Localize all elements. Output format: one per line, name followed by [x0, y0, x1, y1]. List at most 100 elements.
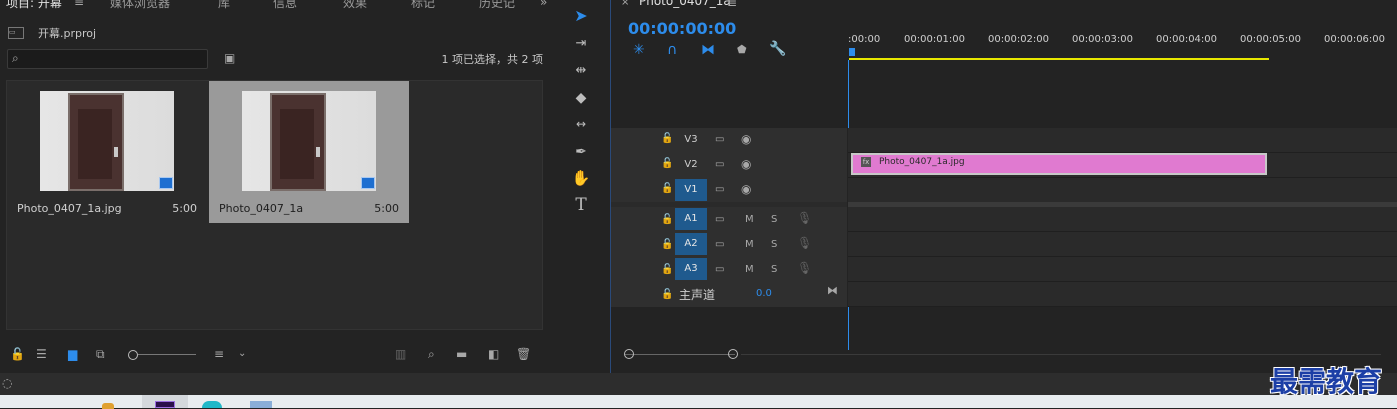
project-file-icon: ▭	[8, 27, 24, 39]
sync-lock-icon[interactable]: ▭	[715, 184, 724, 196]
master-track[interactable]	[848, 282, 1397, 307]
selection-tool-icon[interactable]: ➤	[570, 6, 592, 26]
list-view-icon[interactable]: ☰	[36, 348, 47, 360]
track-label-a1[interactable]: A1	[675, 208, 707, 230]
freeform-view-icon[interactable]: ⧉	[96, 348, 105, 360]
master-volume-value[interactable]: 0.0	[756, 288, 772, 299]
clip-thumbnail[interactable]	[40, 91, 174, 191]
scroll-track[interactable]	[741, 354, 1381, 355]
zoom-slider-track[interactable]	[138, 354, 196, 355]
automate-to-sequence-icon[interactable]: ▥	[395, 348, 406, 360]
search-input[interactable]: ⌕	[7, 49, 208, 69]
sync-lock-icon[interactable]: ▭	[715, 134, 724, 146]
audio-track-a2[interactable]	[848, 232, 1397, 257]
sync-lock-icon[interactable]: ▭	[715, 239, 724, 251]
panel-menu-icon[interactable]: ≡	[74, 0, 84, 8]
linked-selection-icon[interactable]: ⧓	[701, 43, 715, 57]
solo-button[interactable]: S	[771, 214, 777, 225]
mic-icon[interactable]: 🎙	[797, 262, 812, 274]
hand-tool-icon[interactable]: ✋	[570, 168, 592, 188]
nest-toggle-icon[interactable]: ✳	[633, 43, 645, 57]
wrench-icon[interactable]: 🔧	[769, 42, 786, 56]
tab-info[interactable]: 信息	[273, 0, 297, 11]
eye-icon[interactable]: ◉	[741, 133, 751, 145]
more-tabs-icon[interactable]: »	[540, 0, 547, 8]
explorer-taskbar-icon[interactable]	[102, 403, 114, 409]
snap-icon[interactable]: ∩	[667, 43, 677, 57]
slip-tool-icon[interactable]: ↔	[570, 114, 592, 134]
track-label-v3[interactable]: V3	[675, 129, 707, 151]
solo-button[interactable]: S	[771, 239, 777, 250]
fx-badge: fx	[861, 157, 871, 167]
app-taskbar-icon[interactable]	[250, 401, 272, 408]
scroll-handle-left[interactable]	[624, 349, 634, 359]
add-marker-icon[interactable]: ⬟	[737, 44, 747, 56]
lock-icon[interactable]: 🔓	[10, 348, 25, 360]
lock-icon[interactable]: 🔓	[661, 214, 673, 226]
lock-icon[interactable]: 🔓	[661, 183, 673, 195]
mic-icon[interactable]: 🎙	[797, 237, 812, 249]
icon-view-icon[interactable]: ▆	[68, 348, 77, 360]
sequence-tab[interactable]: Photo_0407_1a	[639, 0, 731, 8]
sync-lock-icon[interactable]: ▭	[715, 264, 724, 276]
mute-button[interactable]: M	[745, 264, 754, 275]
scroll-handle-right[interactable]	[728, 349, 738, 359]
tab-library[interactable]: 库	[218, 0, 230, 11]
panel-menu-icon[interactable]: ≡	[727, 0, 737, 9]
pen-tool-icon[interactable]: ✒	[570, 142, 592, 162]
timecode-display[interactable]: 00:00:00:00	[628, 19, 736, 38]
time-ruler[interactable]: :00:00 00:00:01:00 00:00:02:00 00:00:03:…	[848, 30, 1397, 60]
video-track-v3[interactable]	[848, 128, 1397, 153]
close-icon[interactable]: ×	[621, 0, 629, 9]
lock-icon[interactable]: 🔓	[661, 158, 673, 170]
razor-tool-icon[interactable]: ◆	[570, 88, 592, 108]
chevron-down-icon[interactable]: ⌄	[238, 348, 246, 360]
lock-icon[interactable]: 🔓	[661, 289, 673, 301]
timeline-clip[interactable]: fx Photo_0407_1a.jpg	[851, 153, 1267, 175]
track-label-v2[interactable]: V2	[675, 154, 707, 176]
lock-icon[interactable]: 🔓	[661, 264, 673, 276]
video-track-v1[interactable]	[848, 178, 1397, 203]
master-track-label: 主声道	[679, 288, 716, 302]
eye-icon[interactable]: ◉	[741, 158, 751, 170]
ripple-edit-tool-icon[interactable]: ⇹	[570, 61, 592, 81]
audio-track-a3[interactable]	[848, 257, 1397, 282]
solo-button[interactable]: S	[771, 264, 777, 275]
trash-icon[interactable]: 🗑	[516, 348, 531, 360]
list-item-selected[interactable]: Photo_0407_1a 5:00	[209, 81, 409, 223]
track-label-v1[interactable]: V1	[675, 179, 707, 201]
zoom-slider-handle[interactable]	[128, 350, 138, 360]
find-icon[interactable]: ⌕	[428, 348, 435, 360]
lock-icon[interactable]: 🔓	[661, 133, 673, 145]
tab-project[interactable]: 项目: 开幕	[6, 0, 62, 11]
track-label-a3[interactable]: A3	[675, 258, 707, 280]
go-to-out-icon[interactable]: ⧓	[827, 285, 838, 297]
tab-media-browser[interactable]: 媒体浏览器	[110, 0, 170, 11]
mute-button[interactable]: M	[745, 239, 754, 250]
new-item-icon[interactable]: ◧	[488, 348, 499, 360]
tab-markers[interactable]: 标记	[411, 0, 435, 11]
new-bin-icon[interactable]: ▬	[456, 348, 467, 360]
mute-button[interactable]: M	[745, 214, 754, 225]
track-label-a2[interactable]: A2	[675, 233, 707, 255]
search-icon: ⌕	[12, 51, 19, 65]
playhead-handle[interactable]	[849, 48, 855, 56]
browser-taskbar-icon[interactable]	[202, 401, 222, 408]
new-bin-from-search-icon[interactable]: ▣	[224, 52, 235, 64]
track-select-tool-icon[interactable]: ⇥	[570, 34, 592, 54]
mic-icon[interactable]: 🎙	[797, 212, 812, 224]
tab-effects[interactable]: 效果	[343, 0, 367, 11]
sequence-thumbnail[interactable]	[242, 91, 376, 191]
audio-track-a1[interactable]	[848, 207, 1397, 232]
eye-icon[interactable]: ◉	[741, 183, 751, 195]
timeline-zoom-scrollbar[interactable]	[625, 354, 735, 355]
lock-icon[interactable]: 🔓	[661, 239, 673, 251]
premiere-taskbar-slot[interactable]	[142, 395, 188, 408]
list-item[interactable]: Photo_0407_1a.jpg 5:00	[7, 81, 207, 223]
type-tool-icon[interactable]: T	[570, 195, 592, 215]
sort-icon[interactable]: ≡	[214, 348, 224, 360]
tab-history[interactable]: 历史记	[479, 0, 515, 11]
sync-lock-icon[interactable]: ▭	[715, 214, 724, 226]
sync-lock-icon[interactable]: ▭	[715, 159, 724, 171]
work-area-bar[interactable]	[849, 58, 1269, 60]
